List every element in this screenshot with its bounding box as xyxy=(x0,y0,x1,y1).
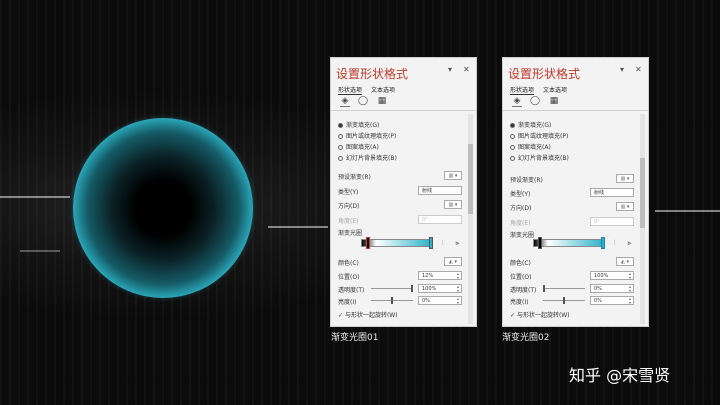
gradient-stops-bar[interactable] xyxy=(533,239,605,247)
size-properties-icon[interactable]: ▦ xyxy=(377,96,387,106)
light-streak xyxy=(0,196,70,198)
tab-text-options[interactable]: 文本选项 xyxy=(543,85,567,94)
radio-slide-background-fill[interactable]: 幻灯片背景填充(B) xyxy=(510,153,569,162)
panel-title: 设置形状格式 xyxy=(508,67,581,81)
divider xyxy=(503,110,648,111)
gradient-stops-label: 渐变光圈 xyxy=(338,230,363,237)
radio-picture-fill[interactable]: 图片或纹理填充(P) xyxy=(338,131,396,140)
panel-dropdown-icon[interactable]: ▾ xyxy=(620,65,624,74)
light-streak xyxy=(655,210,720,212)
position-input[interactable]: 100% ▴ ▾ xyxy=(590,271,634,280)
type-select[interactable]: 射线 xyxy=(590,188,634,197)
angle-label: 角度(E) xyxy=(338,218,359,225)
format-shape-panel-2: 设置形状格式 ▾ ✕ 形状选项 文本选项 ◈ ◯ ▦ 渐变填充(G) 图片或纹理… xyxy=(502,57,649,327)
type-label: 类型(Y) xyxy=(510,191,531,198)
transparency-label: 透明度(T) xyxy=(338,287,365,294)
close-icon[interactable]: ✕ xyxy=(635,65,642,74)
angle-input[interactable]: 0° xyxy=(418,215,462,224)
panel-1-caption: 渐变光圈01 xyxy=(331,333,379,343)
preset-gradient-label: 预设渐变(R) xyxy=(338,174,371,181)
brightness-label: 亮度(I) xyxy=(338,299,357,306)
gradient-stop-selected[interactable] xyxy=(601,237,605,249)
color-label: 颜色(C) xyxy=(338,260,359,267)
position-label: 位置(O) xyxy=(338,274,360,281)
format-shape-panel-1: 设置形状格式 ▾ ✕ 形状选项 文本选项 ◈ ◯ ▦ 渐变填充(G) 图片或纹理… xyxy=(330,57,477,327)
position-input[interactable]: 12% ▴ ▾ xyxy=(418,271,462,280)
color-picker-icon[interactable]: ◭ ▾ xyxy=(444,257,462,266)
transparency-label: 透明度(T) xyxy=(510,287,537,294)
direction-dropdown[interactable]: ▥ ▾ xyxy=(616,202,634,211)
type-select[interactable]: 射线 xyxy=(418,186,462,195)
direction-dropdown[interactable]: ▥ ▾ xyxy=(444,200,462,209)
preset-gradient-label: 预设渐变(R) xyxy=(510,177,543,184)
size-properties-icon[interactable]: ▦ xyxy=(549,96,559,106)
divider xyxy=(331,110,476,111)
brand-watermark: 知乎 @宋雪贤 xyxy=(569,366,671,385)
remove-stop-icon[interactable]: ⫸ xyxy=(453,238,462,248)
add-stop-icon[interactable]: ⫶ xyxy=(610,238,619,248)
panel-title: 设置形状格式 xyxy=(336,67,409,81)
light-streak xyxy=(20,250,60,252)
gradient-stop-selected[interactable] xyxy=(366,237,370,249)
radio-slide-background-fill[interactable]: 幻灯片背景填充(B) xyxy=(338,153,397,162)
remove-stop-icon[interactable]: ⫸ xyxy=(625,238,634,248)
panel-2-caption: 渐变光圈02 xyxy=(502,333,550,343)
radio-gradient-fill[interactable]: 渐变填充(G) xyxy=(510,120,551,129)
angle-input[interactable]: 0° xyxy=(590,217,634,226)
direction-label: 方向(D) xyxy=(338,203,360,210)
panel-dropdown-icon[interactable]: ▾ xyxy=(448,65,452,74)
tab-shape-options[interactable]: 形状选项 xyxy=(338,85,363,95)
effects-icon[interactable]: ◯ xyxy=(358,96,368,106)
radio-pattern-fill[interactable]: 图案填充(A) xyxy=(510,142,551,151)
scrollbar[interactable] xyxy=(640,114,645,324)
gradient-sphere-preview xyxy=(73,118,253,298)
transparency-slider[interactable] xyxy=(371,285,413,292)
light-streak xyxy=(268,226,328,228)
radio-pattern-fill[interactable]: 图案填充(A) xyxy=(338,142,379,151)
transparency-input[interactable]: 100% ▴ ▾ xyxy=(418,284,462,293)
position-label: 位置(O) xyxy=(510,274,532,281)
brightness-input[interactable]: 0% ▴ ▾ xyxy=(590,296,634,305)
type-label: 类型(Y) xyxy=(338,189,359,196)
close-icon[interactable]: ✕ xyxy=(463,65,470,74)
color-picker-icon[interactable]: ◭ ▾ xyxy=(616,257,634,266)
fill-line-icon[interactable]: ◈ xyxy=(340,96,350,107)
effects-icon[interactable]: ◯ xyxy=(530,96,540,106)
transparency-slider[interactable] xyxy=(543,285,585,292)
tab-shape-options[interactable]: 形状选项 xyxy=(510,85,535,95)
preset-gradient-dropdown[interactable]: ▥ ▾ xyxy=(616,174,634,183)
rotate-with-shape-checkbox[interactable]: ✓ 与形状一起旋转(W) xyxy=(510,310,570,319)
radio-picture-fill[interactable]: 图片或纹理填充(P) xyxy=(510,131,568,140)
gradient-stops-bar[interactable] xyxy=(361,239,433,247)
radio-gradient-fill[interactable]: 渐变填充(G) xyxy=(338,120,379,129)
rotate-with-shape-checkbox[interactable]: ✓ 与形状一起旋转(W) xyxy=(338,310,398,319)
transparency-input[interactable]: 0% ▴ ▾ xyxy=(590,284,634,293)
brightness-slider[interactable] xyxy=(543,297,585,304)
scrollbar[interactable] xyxy=(468,114,473,324)
tab-text-options[interactable]: 文本选项 xyxy=(371,85,395,94)
brightness-input[interactable]: 0% ▴ ▾ xyxy=(418,296,462,305)
brightness-label: 亮度(I) xyxy=(510,299,529,306)
gradient-stop[interactable] xyxy=(538,237,542,249)
direction-label: 方向(D) xyxy=(510,205,532,212)
color-label: 颜色(C) xyxy=(510,260,531,267)
fill-line-icon[interactable]: ◈ xyxy=(512,96,522,107)
preset-gradient-dropdown[interactable]: ▥ ▾ xyxy=(444,171,462,180)
angle-label: 角度(E) xyxy=(510,220,531,227)
brightness-slider[interactable] xyxy=(371,297,413,304)
gradient-stops-label: 渐变光圈 xyxy=(510,232,535,239)
add-stop-icon[interactable]: ⫶ xyxy=(438,238,447,248)
gradient-stop[interactable] xyxy=(429,237,433,249)
